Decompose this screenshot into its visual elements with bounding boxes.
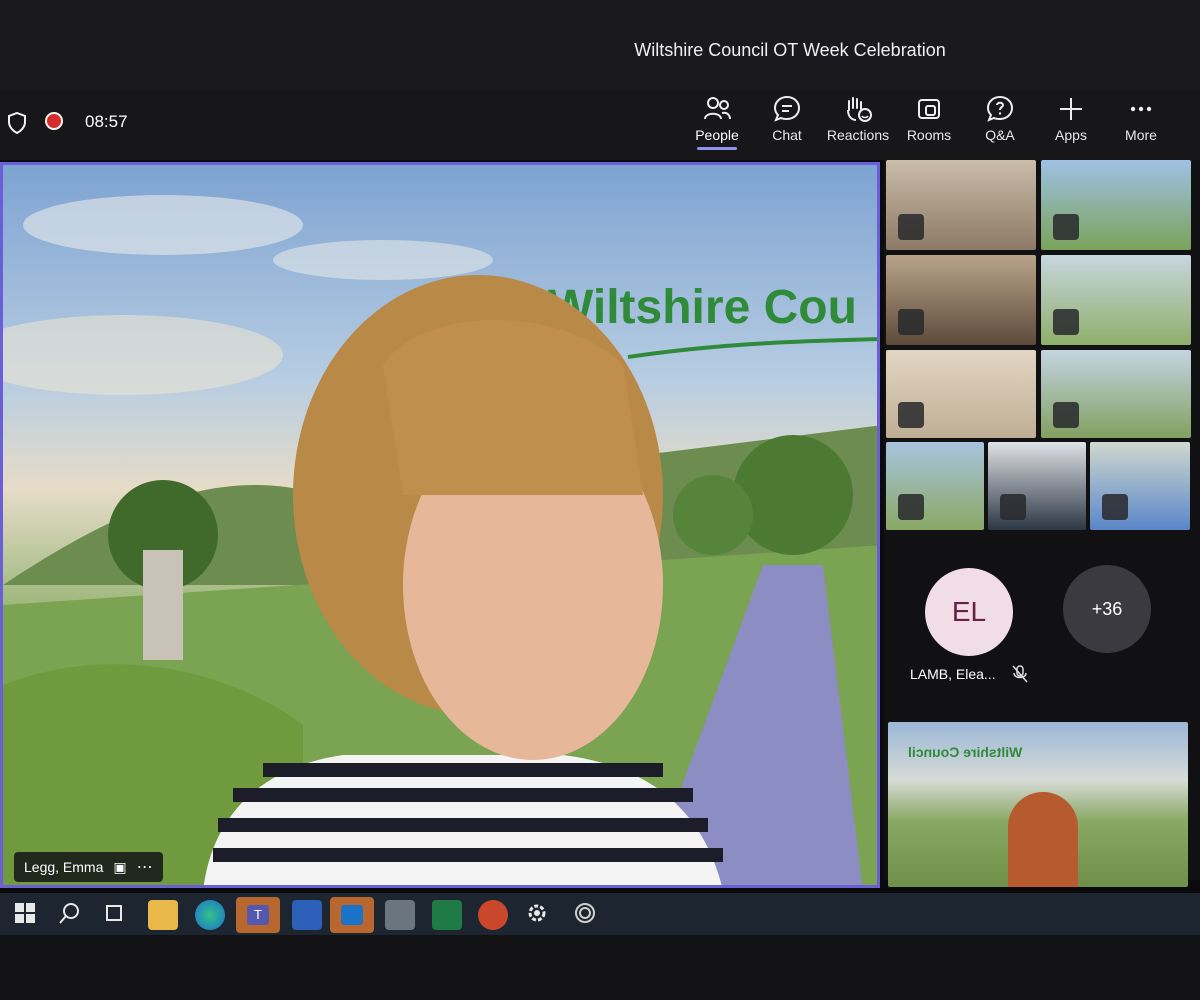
apps-label: Apps [1055, 127, 1087, 143]
people-button[interactable]: People [682, 92, 752, 158]
meeting-title: Wiltshire Council OT Week Celebration [634, 40, 946, 60]
chat-button[interactable]: Chat [752, 92, 822, 158]
calculator-icon[interactable] [385, 900, 415, 930]
participant-tile[interactable] [886, 350, 1036, 438]
word-icon[interactable] [292, 900, 322, 930]
participant-tile[interactable] [886, 442, 984, 530]
participant-tile[interactable] [988, 442, 1086, 530]
chat-label: Chat [772, 127, 802, 143]
qa-button[interactable]: Q&A [965, 92, 1035, 158]
self-view-logo-text: Wiltshire Council [908, 744, 1023, 760]
active-tab-indicator [697, 147, 737, 150]
people-icon [704, 97, 731, 120]
participant-tile[interactable] [1090, 442, 1190, 530]
excel-icon[interactable] [432, 900, 462, 930]
more-button[interactable]: More [1106, 92, 1176, 158]
mic-muted-icon [1053, 402, 1079, 428]
reactions-button[interactable]: Reactions [823, 92, 893, 158]
powerpoint-icon[interactable] [478, 900, 508, 930]
participant-tile[interactable] [886, 160, 1036, 250]
reactions-icon [847, 97, 872, 122]
more-options-icon[interactable]: ⋯ [137, 857, 153, 877]
qa-icon [986, 95, 1014, 122]
participant-name: LAMB, Elea... [910, 666, 996, 682]
teams-taskbar-button[interactable]: T [236, 897, 280, 933]
participant-avatar[interactable]: EL [925, 568, 1013, 656]
edge-browser-icon[interactable] [195, 900, 225, 930]
rooms-label: Rooms [906, 127, 952, 143]
outlook-icon [341, 905, 363, 925]
virtual-background: Wiltshire Cou [3, 195, 877, 885]
rooms-icon [918, 99, 940, 119]
rooms-button[interactable]: Rooms [894, 92, 964, 158]
people-label: People [695, 127, 739, 143]
mic-muted-icon [1012, 665, 1028, 683]
call-timer: 08:57 [85, 112, 128, 131]
more-icon [1130, 106, 1152, 112]
mic-muted-icon [1000, 494, 1026, 520]
apps-button[interactable]: Apps [1036, 92, 1106, 158]
plus-icon [1060, 98, 1082, 120]
participant-tile[interactable] [1041, 160, 1191, 250]
search-icon[interactable] [57, 900, 87, 930]
mic-muted-icon [898, 214, 924, 240]
teams-icon: T [247, 905, 269, 925]
mic-muted-icon [1102, 494, 1128, 520]
reactions-label: Reactions [826, 127, 890, 143]
participant-tile[interactable] [886, 255, 1036, 345]
app-swirl-icon[interactable] [572, 900, 602, 930]
mic-muted-icon [898, 402, 924, 428]
settings-gear-icon[interactable] [524, 900, 554, 930]
mic-muted-icon [1053, 214, 1079, 240]
mic-muted-icon [898, 309, 924, 335]
speaker-name: Legg, Emma [24, 859, 104, 875]
participant-tile[interactable] [1041, 350, 1191, 438]
main-speaker-video[interactable]: Wiltshire Cou [0, 162, 880, 888]
self-view-tile[interactable]: Wiltshire Council [888, 722, 1188, 887]
camera-share-icon[interactable]: ▣ [113, 859, 126, 876]
windows-start-icon[interactable] [12, 900, 42, 930]
mic-muted-icon [898, 494, 924, 520]
chat-icon [773, 95, 801, 122]
participant-tile[interactable] [1041, 255, 1191, 345]
self-view-person [1008, 792, 1078, 887]
file-explorer-icon[interactable] [148, 900, 178, 930]
outlook-taskbar-button[interactable] [330, 897, 374, 933]
more-label: More [1125, 127, 1157, 143]
monitor-bezel [0, 935, 1200, 1000]
speaker-name-chip[interactable]: Legg, Emma ▣ ⋯ [14, 852, 163, 882]
recording-icon [45, 112, 63, 130]
mic-muted-icon [1053, 309, 1079, 335]
shield-icon[interactable] [8, 112, 26, 134]
task-view-icon[interactable] [101, 900, 131, 930]
more-participants-button[interactable]: +36 [1063, 565, 1151, 653]
qa-label: Q&A [985, 127, 1015, 143]
